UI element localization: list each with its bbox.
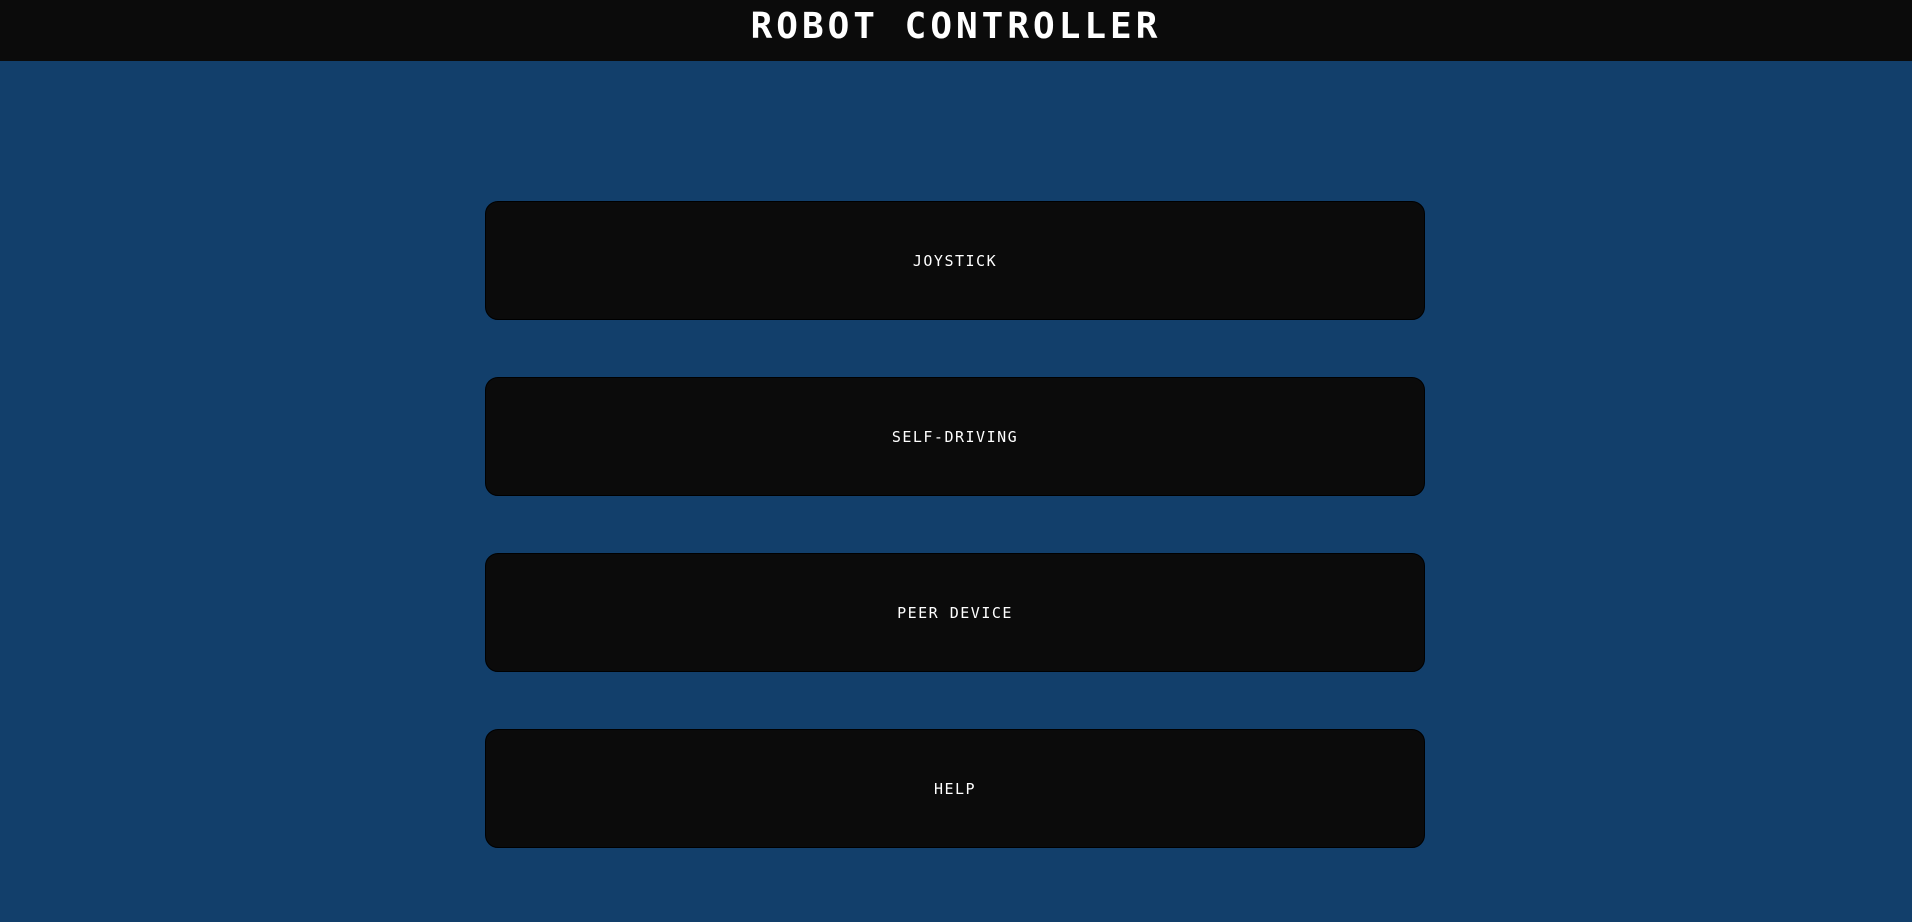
help-button[interactable]: HELP bbox=[485, 729, 1425, 848]
joystick-button[interactable]: JOYSTICK bbox=[485, 201, 1425, 320]
help-button-label: HELP bbox=[933, 779, 977, 798]
peer-device-button-label: PEER DEVICE bbox=[897, 603, 1013, 622]
joystick-button-label: JOYSTICK bbox=[912, 251, 998, 270]
self-driving-button[interactable]: SELF-DRIVING bbox=[485, 377, 1425, 496]
page-title: ROBOT CONTROLLER bbox=[750, 5, 1162, 47]
main-menu: JOYSTICK SELF-DRIVING PEER DEVICE HELP bbox=[485, 201, 1425, 848]
peer-device-button[interactable]: PEER DEVICE bbox=[485, 553, 1425, 672]
header-bar: ROBOT CONTROLLER bbox=[0, 0, 1912, 61]
self-driving-button-label: SELF-DRIVING bbox=[891, 427, 1019, 446]
